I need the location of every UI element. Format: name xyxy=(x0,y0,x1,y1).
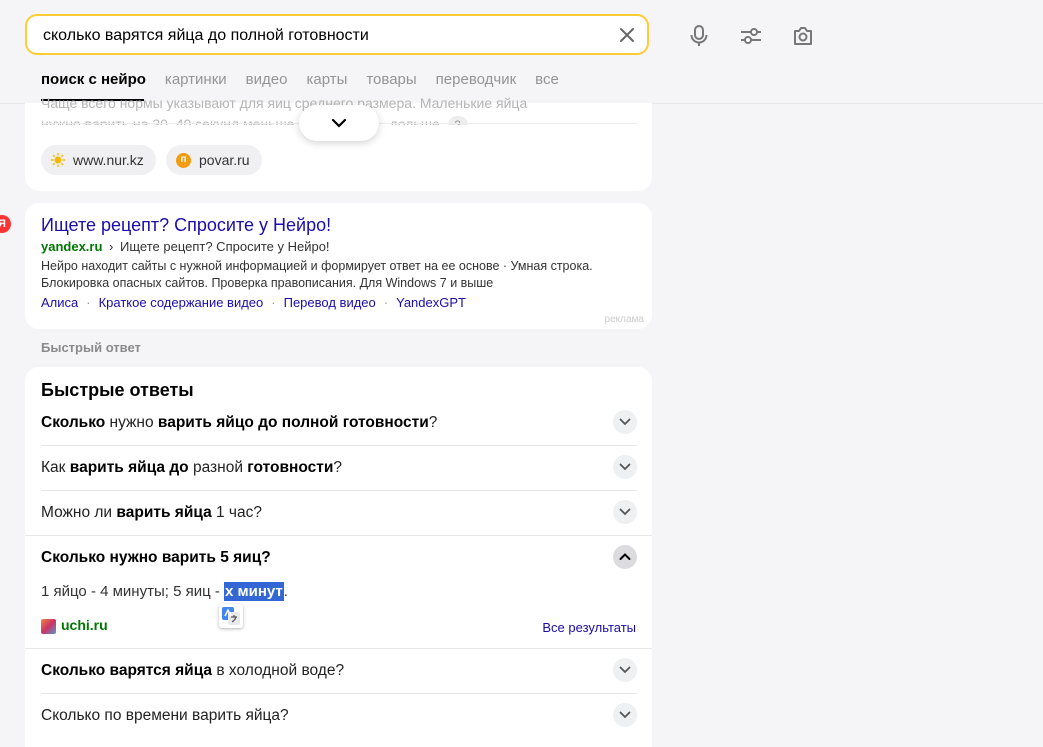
ad-sitelink[interactable]: Краткое содержание видео xyxy=(99,295,264,310)
tab-translator[interactable]: переводчик xyxy=(436,71,516,93)
bold-text-segment: готовности xyxy=(247,459,334,476)
bold-text-segment: Сколько xyxy=(41,414,106,431)
collapse-qa-button[interactable] xyxy=(613,545,637,569)
ad-label: реклама xyxy=(604,314,644,325)
bold-text-segment: варить яйца xyxy=(116,504,212,521)
chevron-down-icon xyxy=(619,418,631,426)
chevron-down-icon xyxy=(619,463,631,471)
text-segment: Сколько по времени варить яйца? xyxy=(41,707,289,724)
tab-all[interactable]: все xyxy=(535,71,559,93)
qa-item[interactable]: Можно ли варить яйца 1 час? xyxy=(41,490,637,535)
ad-path: Ищете рецепт? Спросите у Нейро! xyxy=(120,239,330,254)
expand-qa-button[interactable] xyxy=(613,658,637,682)
answer-text-part: 1 яйцо - 4 минуты; 5 яиц - xyxy=(41,583,225,600)
ad-sitelink[interactable]: Перевод видео xyxy=(284,295,376,310)
qa-question: Сколько варятся яйца в холодной воде? xyxy=(41,648,344,693)
ad-sitelink[interactable]: YandexGPT xyxy=(396,295,466,310)
separator: · xyxy=(86,295,91,310)
qa-source-link[interactable]: uchi.ru xyxy=(61,617,108,633)
text-segment: ? xyxy=(333,459,342,476)
ad-card: Ищете рецепт? Спросите у Нейро! yandex.r… xyxy=(25,203,652,329)
ad-title-link[interactable]: Ищете рецепт? Спросите у Нейро! xyxy=(41,215,331,236)
ad-url[interactable]: yandex.ru › Ищете рецепт? Спросите у Ней… xyxy=(41,239,330,254)
yandex-logo-icon: Я xyxy=(0,215,11,233)
tab-images[interactable]: картинки xyxy=(165,71,227,93)
ad-sitelinks: Алиса · Краткое содержание видео · Перев… xyxy=(41,295,466,310)
chevron-down-icon xyxy=(619,711,631,719)
bold-text-segment: Сколько варятся яйца xyxy=(41,662,213,679)
qa-question: Сколько нужно варить 5 яиц? xyxy=(41,535,271,580)
bold-text-segment: варить яйца до xyxy=(69,459,189,476)
separator: · xyxy=(383,295,389,310)
expand-qa-button[interactable] xyxy=(613,703,637,727)
chevron-up-icon xyxy=(619,553,631,560)
clear-search-button[interactable] xyxy=(617,25,637,45)
qa-question: Сколько нужно варить яйцо до полной гото… xyxy=(41,400,437,445)
qa-answer-text: 1 яйцо - 4 минуты; 5 яиц - х минут. xyxy=(41,582,288,601)
translate-selection-button[interactable] xyxy=(219,604,243,628)
qa-question: Можно ли варить яйца 1 час? xyxy=(41,490,262,535)
image-search-button[interactable] xyxy=(791,24,815,48)
qa-question: Как варить яйца до разной готовности? xyxy=(41,445,342,490)
voice-search-button[interactable] xyxy=(687,24,711,48)
tab-maps[interactable]: карты xyxy=(306,71,347,93)
text-segment: нужно xyxy=(105,414,158,431)
source-chip-label: povar.ru xyxy=(199,152,250,168)
text-segment: в холодной воде? xyxy=(212,662,345,679)
close-icon xyxy=(620,28,634,42)
ad-domain: yandex.ru xyxy=(41,239,103,254)
chevron-down-icon xyxy=(619,666,631,674)
search-input[interactable] xyxy=(41,16,605,55)
camera-icon xyxy=(794,27,812,45)
quick-answers-card: Быстрые ответы Сколько нужно варить яйцо… xyxy=(25,367,652,747)
translate-icon xyxy=(222,607,240,625)
microphone-icon xyxy=(690,25,708,46)
selected-text[interactable]: х минут xyxy=(224,582,284,601)
tab-products[interactable]: товары xyxy=(366,71,416,93)
text-segment: Как xyxy=(41,459,70,476)
uchi-favicon-icon xyxy=(41,619,56,634)
chevron-down-icon xyxy=(619,508,631,516)
source-chip-nurkz[interactable]: www.nur.kz xyxy=(41,145,156,175)
ad-description: Нейро находит сайты с нужной информацией… xyxy=(41,258,621,292)
povar-logo-icon: п xyxy=(176,152,191,168)
qa-item[interactable]: Как варить яйца до разной готовности? xyxy=(41,445,637,490)
expand-answer-button[interactable] xyxy=(299,105,379,141)
sliders-icon xyxy=(741,28,761,44)
search-tabs: поиск с нейро картинки видео карты товар… xyxy=(41,71,578,93)
text-segment: 1 час? xyxy=(211,504,262,521)
bold-text-segment: варить яйцо до полной готовности xyxy=(157,414,429,431)
qa-item-expanded[interactable]: Сколько нужно варить 5 яиц? xyxy=(41,535,637,580)
source-chip-povar[interactable]: п povar.ru xyxy=(166,145,262,175)
ad-description-line: Блокировка опасных сайтов. Проверка прав… xyxy=(41,276,494,290)
expand-qa-button[interactable] xyxy=(613,410,637,434)
expand-qa-button[interactable] xyxy=(613,500,637,524)
separator: · xyxy=(271,295,276,310)
text-segment: ? xyxy=(428,414,438,431)
search-box xyxy=(25,14,649,55)
ad-sitelink[interactable]: Алиса xyxy=(41,295,78,310)
expand-qa-button[interactable] xyxy=(613,455,637,479)
neuro-answer-card: Чаще всего нормы указывают для яиц средн… xyxy=(25,95,652,191)
text-segment: Можно ли xyxy=(41,504,117,521)
chevron-down-icon xyxy=(331,118,347,128)
tab-neuro[interactable]: поиск с нейро xyxy=(41,71,146,93)
qa-item[interactable]: Сколько варятся яйца в холодной воде? xyxy=(41,648,637,693)
text-segment: разной xyxy=(188,459,248,476)
quick-answer-section-label: Быстрый ответ xyxy=(41,340,141,355)
answer-text-part: . xyxy=(283,583,288,600)
sun-icon xyxy=(51,153,65,167)
tab-video[interactable]: видео xyxy=(246,71,288,93)
source-chip-label: www.nur.kz xyxy=(73,152,144,168)
all-results-link[interactable]: Все результаты xyxy=(542,620,636,635)
qa-item[interactable]: Сколько по времени варить яйца? xyxy=(41,693,637,738)
url-separator: › xyxy=(109,239,114,254)
search-settings-button[interactable] xyxy=(739,24,763,48)
bold-text-segment: Сколько нужно варить 5 яиц? xyxy=(41,549,271,566)
ad-description-line: Нейро находит сайты с нужной информацией… xyxy=(41,259,593,273)
qa-question: Сколько по времени варить яйца? xyxy=(41,693,289,738)
quick-answers-title: Быстрые ответы xyxy=(41,380,194,400)
qa-item[interactable]: Сколько нужно варить яйцо до полной гото… xyxy=(41,400,637,445)
